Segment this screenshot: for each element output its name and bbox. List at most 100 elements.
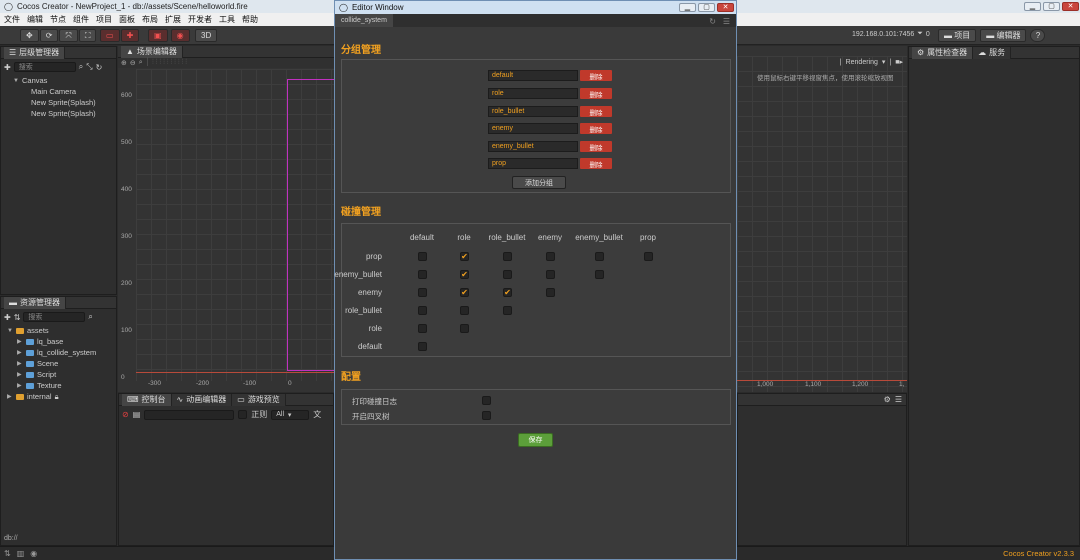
group-name-input[interactable]: role_bullet bbox=[488, 106, 578, 117]
menu-developer[interactable]: 开发者 bbox=[188, 14, 212, 25]
config-quadtree-checkbox[interactable] bbox=[482, 411, 491, 420]
maximize-button[interactable]: ▢ bbox=[698, 3, 715, 12]
menu-extension[interactable]: 扩展 bbox=[165, 14, 181, 25]
delete-group-button[interactable]: 删除 bbox=[580, 88, 612, 99]
assets-search-input[interactable]: 搜索 bbox=[23, 312, 86, 322]
delete-group-button[interactable]: 删除 bbox=[580, 106, 612, 117]
collision-checkbox[interactable] bbox=[460, 306, 469, 315]
add-group-button[interactable]: 添加分组 bbox=[512, 176, 566, 189]
tab-scene-editor[interactable]: ▲ 场景编辑器 bbox=[121, 45, 183, 58]
zoom-out-icon[interactable]: ⊖ bbox=[130, 59, 136, 67]
group-name-input[interactable]: default bbox=[488, 70, 578, 81]
network-icon[interactable]: ⇅ bbox=[4, 549, 11, 558]
asset-item[interactable]: ▶ Texture bbox=[7, 380, 116, 391]
tree-node[interactable]: ▼ Canvas bbox=[13, 75, 116, 86]
console-filter-input[interactable] bbox=[144, 409, 235, 420]
menu-node[interactable]: 节点 bbox=[50, 14, 66, 25]
collision-checkbox[interactable] bbox=[644, 252, 653, 261]
collision-checkbox[interactable]: ✔ bbox=[460, 288, 469, 297]
refresh-icon[interactable]: ↻ bbox=[96, 63, 103, 72]
collision-checkbox[interactable] bbox=[418, 306, 427, 315]
regex-checkbox[interactable] bbox=[238, 410, 248, 419]
collision-checkbox[interactable] bbox=[418, 324, 427, 333]
minimize-button[interactable]: ▁ bbox=[679, 3, 696, 12]
pivot-icon[interactable]: ▣ bbox=[148, 29, 168, 42]
menu-tools[interactable]: 工具 bbox=[219, 14, 235, 25]
collision-checkbox[interactable]: ✔ bbox=[460, 252, 469, 261]
tab-collide-system[interactable]: collide_system bbox=[335, 14, 393, 27]
scene-canvas[interactable] bbox=[136, 69, 347, 381]
tree-node[interactable]: New Sprite(Splash) bbox=[13, 97, 116, 108]
log-level-select[interactable]: All ▾ bbox=[271, 409, 310, 420]
delete-group-button[interactable]: 删除 bbox=[580, 158, 612, 169]
collision-checkbox[interactable]: ✔ bbox=[460, 270, 469, 279]
tab-animation-editor[interactable]: ∿ 动画编辑器 bbox=[171, 393, 233, 406]
add-asset-icon[interactable]: ✚ bbox=[4, 313, 11, 322]
menu-panel[interactable]: 面板 bbox=[119, 14, 135, 25]
group-name-input[interactable]: prop bbox=[488, 158, 578, 169]
asset-item[interactable]: ▶ Scene bbox=[7, 358, 116, 369]
menu-icon[interactable]: ☰ bbox=[723, 17, 730, 26]
delete-group-button[interactable]: 删除 bbox=[580, 70, 612, 81]
collapse-icon[interactable]: ⤡ bbox=[86, 62, 92, 72]
rotate-tool-icon[interactable]: ⟳ bbox=[39, 29, 59, 42]
trash-icon[interactable]: ▥ bbox=[17, 549, 25, 558]
collision-checkbox[interactable] bbox=[546, 288, 555, 297]
menu-edit[interactable]: 编辑 bbox=[27, 14, 43, 25]
asset-item[interactable]: ▶ Script bbox=[7, 369, 116, 380]
group-name-input[interactable]: enemy bbox=[488, 123, 578, 134]
collision-checkbox[interactable] bbox=[503, 270, 512, 279]
menu-component[interactable]: 组件 bbox=[73, 14, 89, 25]
tab-game-preview[interactable]: ▭ 游戏预览 bbox=[232, 393, 286, 406]
menu-icon[interactable]: ☰ bbox=[895, 395, 902, 404]
zoom-in-icon[interactable]: ⊕ bbox=[121, 59, 127, 67]
scale-tool-icon[interactable]: ⤧ bbox=[59, 29, 78, 42]
font-size-icon[interactable]: 文 bbox=[313, 409, 321, 420]
group-name-input[interactable]: enemy_bullet bbox=[488, 141, 578, 152]
move-tool-icon[interactable]: ✥ bbox=[20, 29, 39, 42]
collision-checkbox[interactable] bbox=[595, 252, 604, 261]
open-editor-button[interactable]: ▬ 编辑器 bbox=[980, 29, 1027, 42]
refresh-icon[interactable]: ↻ bbox=[709, 17, 716, 26]
menu-project[interactable]: 项目 bbox=[96, 14, 112, 25]
config-log-checkbox[interactable] bbox=[482, 396, 491, 405]
tab-console[interactable]: ⌨ 控制台 bbox=[122, 393, 172, 406]
open-project-button[interactable]: ▬ 项目 bbox=[938, 29, 977, 42]
delete-group-button[interactable]: 删除 bbox=[580, 123, 612, 134]
help-button[interactable]: ? bbox=[1030, 29, 1046, 42]
tab-hierarchy[interactable]: ☰ 层级管理器 bbox=[4, 46, 66, 59]
open-log-icon[interactable]: ▤ bbox=[133, 410, 141, 419]
asset-item[interactable]: ▼ assets bbox=[7, 325, 116, 336]
minimize-button[interactable]: ▁ bbox=[1024, 2, 1041, 11]
tree-node[interactable]: Main Camera bbox=[13, 86, 116, 97]
delete-group-button[interactable]: 删除 bbox=[580, 141, 612, 152]
tab-assets[interactable]: ▬ 资源管理器 bbox=[4, 296, 66, 309]
rendering-dropdown[interactable]: | Rendering ▾ | ■▸ bbox=[840, 58, 903, 67]
collision-checkbox[interactable] bbox=[546, 270, 555, 279]
collision-checkbox[interactable] bbox=[503, 252, 512, 261]
menu-help[interactable]: 帮助 bbox=[242, 14, 258, 25]
rect-tool-icon[interactable]: ⛶ bbox=[78, 29, 97, 42]
search-icon[interactable]: ⌕ bbox=[88, 312, 92, 322]
close-button[interactable]: ✕ bbox=[1062, 2, 1079, 11]
preview-ip[interactable]: 192.168.0.101:7456 bbox=[852, 31, 914, 38]
search-icon[interactable]: ⌕ bbox=[79, 62, 83, 72]
3d-toggle-button[interactable]: 3D bbox=[195, 29, 218, 42]
zoom-reset-icon[interactable]: ⌕ bbox=[139, 59, 143, 67]
close-button[interactable]: ✕ bbox=[717, 3, 734, 12]
maximize-button[interactable]: ▢ bbox=[1043, 2, 1060, 11]
global-toggle-icon[interactable]: ◉ bbox=[170, 29, 190, 42]
collision-checkbox[interactable] bbox=[503, 306, 512, 315]
camera-icon[interactable]: ■▸ bbox=[895, 58, 903, 66]
group-name-input[interactable]: role bbox=[488, 88, 578, 99]
collision-checkbox[interactable] bbox=[595, 270, 604, 279]
tab-inspector[interactable]: ⚙ 属性检查器 bbox=[912, 46, 974, 59]
collision-checkbox[interactable] bbox=[418, 288, 427, 297]
sort-icon[interactable]: ⇅ bbox=[14, 313, 21, 322]
asset-item[interactable]: ▶ lq_base bbox=[7, 336, 116, 347]
collision-checkbox[interactable] bbox=[418, 270, 427, 279]
collision-checkbox[interactable] bbox=[460, 324, 469, 333]
collision-checkbox[interactable] bbox=[418, 252, 427, 261]
collision-checkbox[interactable] bbox=[546, 252, 555, 261]
menu-file[interactable]: 文件 bbox=[4, 14, 20, 25]
